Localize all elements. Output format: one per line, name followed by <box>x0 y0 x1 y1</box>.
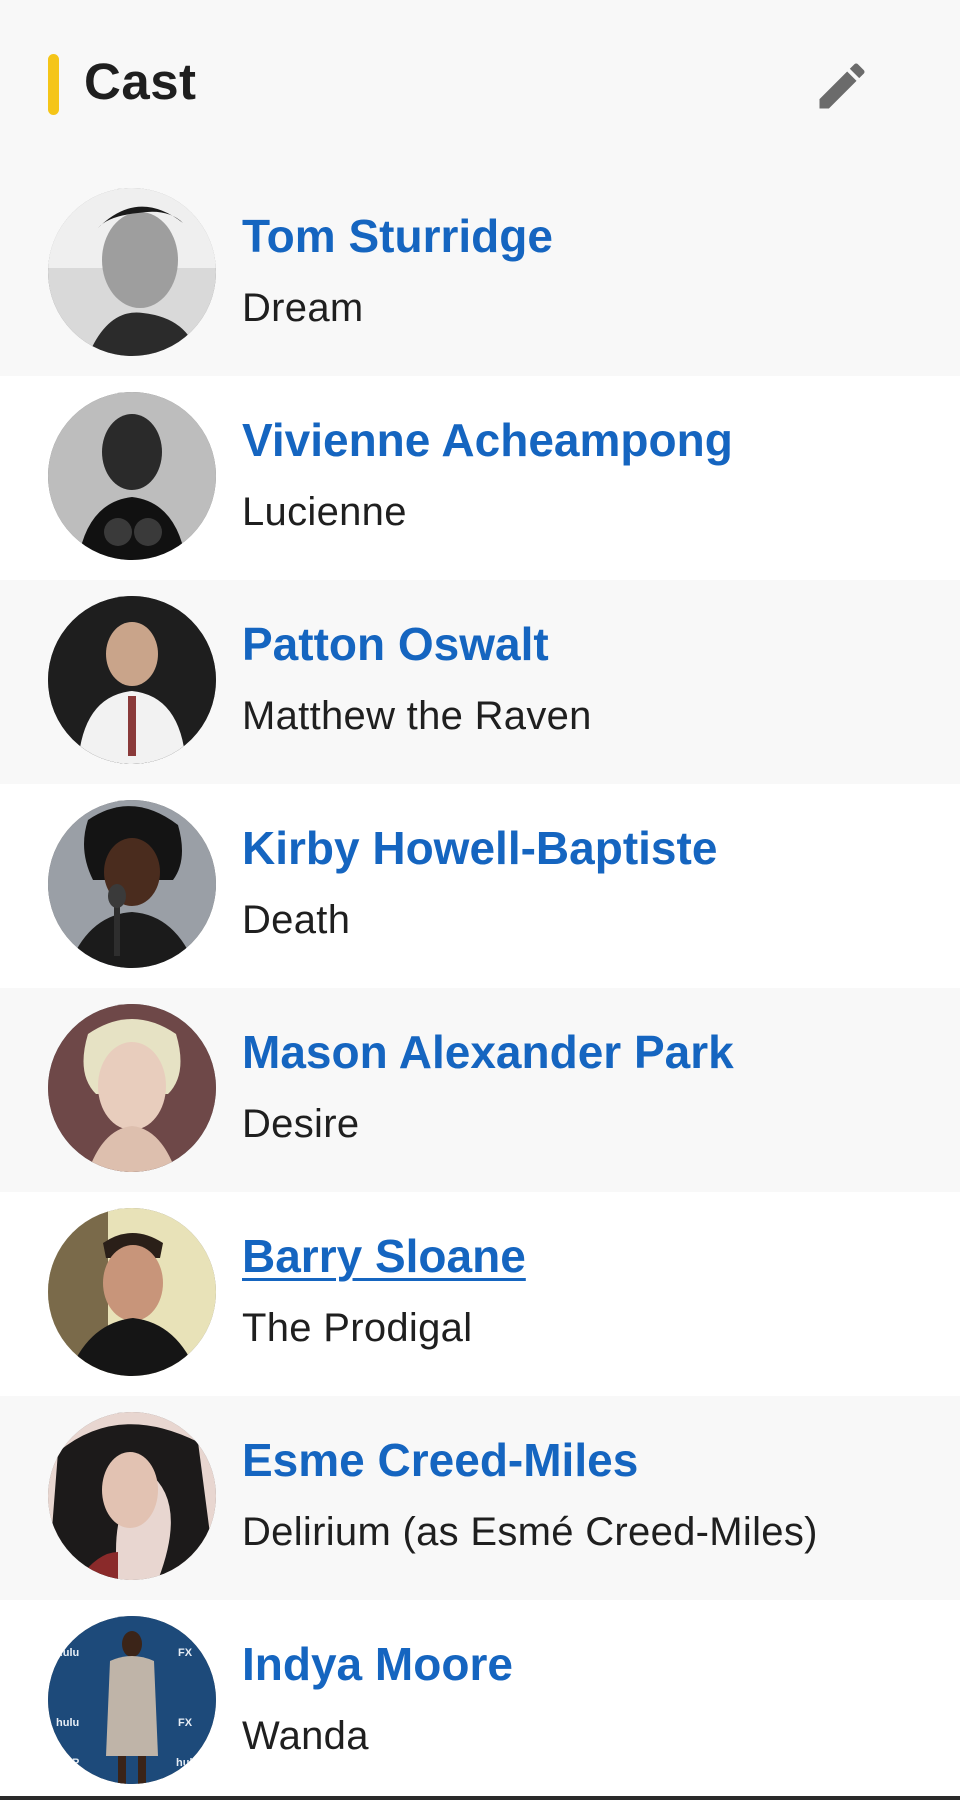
actor-photo[interactable] <box>48 1412 216 1580</box>
character-name: The Prodigal <box>242 1306 473 1350</box>
actor-name-link[interactable]: Vivienne Acheampong <box>242 412 733 468</box>
actor-name-link[interactable]: Kirby Howell-Baptiste <box>242 820 717 876</box>
section-accent-bar <box>48 54 59 115</box>
actor-photo[interactable] <box>48 800 216 968</box>
actor-photo[interactable] <box>48 188 216 356</box>
character-name: Death <box>242 898 351 942</box>
edit-button[interactable] <box>806 52 878 124</box>
cast-row[interactable]: Vivienne Acheampong Lucienne <box>0 376 960 580</box>
character-name: Matthew the Raven <box>242 694 592 738</box>
svg-text:hulu: hulu <box>56 1717 79 1729</box>
cast-list: Tom Sturridge Dream Vivienne Acheampong … <box>0 172 960 1804</box>
cast-row[interactable]: hulu FX hulu FX FXP hulu Indya Moore Wanda <box>0 1600 960 1804</box>
svg-text:hulu: hulu <box>176 1757 199 1769</box>
cast-row[interactable]: Tom Sturridge Dream <box>0 172 960 376</box>
cast-section-header: Cast <box>0 0 960 172</box>
character-name: Dream <box>242 286 364 330</box>
cast-row[interactable]: Barry Sloane The Prodigal <box>0 1192 960 1396</box>
svg-text:FX: FX <box>178 1647 193 1659</box>
svg-text:FXP: FXP <box>58 1757 79 1769</box>
cast-row[interactable]: Patton Oswalt Matthew the Raven <box>0 580 960 784</box>
bottom-divider <box>0 1796 960 1800</box>
section-title: Cast <box>84 53 197 110</box>
actor-name-link[interactable]: Tom Sturridge <box>242 208 553 264</box>
actor-name-link[interactable]: Patton Oswalt <box>242 616 549 672</box>
actor-photo[interactable] <box>48 1208 216 1376</box>
cast-row[interactable]: Mason Alexander Park Desire <box>0 988 960 1192</box>
cast-row[interactable]: Kirby Howell-Baptiste Death <box>0 784 960 988</box>
character-name: Desire <box>242 1102 360 1146</box>
character-name: Wanda <box>242 1714 369 1758</box>
actor-name-link[interactable]: Indya Moore <box>242 1636 513 1692</box>
actor-name-link[interactable]: Mason Alexander Park <box>242 1024 734 1080</box>
character-name: Delirium (as Esmé Creed-Miles) <box>242 1510 818 1554</box>
actor-photo[interactable]: hulu FX hulu FX FXP hulu <box>48 1616 216 1784</box>
actor-name-link[interactable]: Esme Creed-Miles <box>242 1432 638 1488</box>
character-name: Lucienne <box>242 490 407 534</box>
svg-text:hulu: hulu <box>56 1647 79 1659</box>
pencil-icon <box>812 56 872 121</box>
actor-photo[interactable] <box>48 392 216 560</box>
actor-photo[interactable] <box>48 1004 216 1172</box>
cast-row[interactable]: Esme Creed-Miles Delirium (as Esmé Creed… <box>0 1396 960 1600</box>
actor-name-link[interactable]: Barry Sloane <box>242 1228 526 1284</box>
actor-photo[interactable] <box>48 596 216 764</box>
svg-text:FX: FX <box>178 1717 193 1729</box>
